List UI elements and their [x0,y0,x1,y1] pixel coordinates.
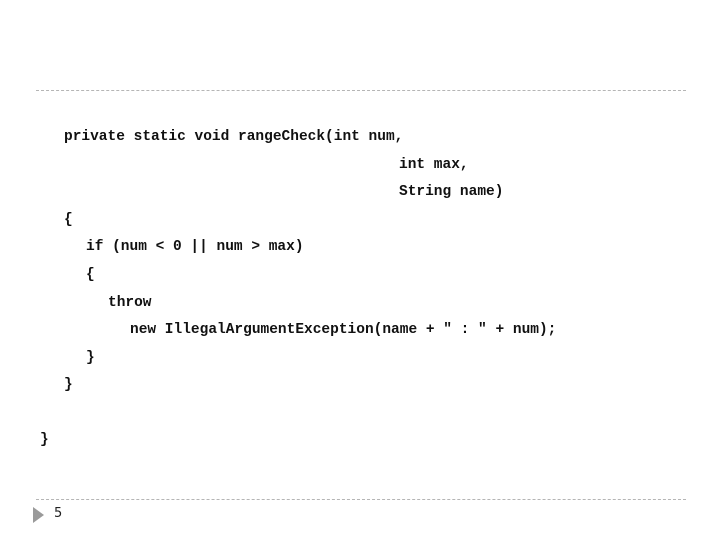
code-line: new IllegalArgumentException(name + " : … [130,322,557,338]
code-line: } [86,350,95,366]
code-line: throw [108,295,152,311]
code-line: } [40,432,49,448]
code-line: int max, [399,157,469,173]
top-divider [36,90,686,91]
code-line: { [86,267,95,283]
page-number: 5 [54,506,63,521]
code-line: { [64,212,73,228]
triangle-right-icon [33,507,44,523]
code-line: String name) [399,184,504,200]
bottom-divider [36,499,686,500]
code-line: } [64,377,73,393]
code-line: if (num < 0 || num > max) [86,239,304,255]
code-line: private static void rangeCheck(int num, [64,129,404,145]
